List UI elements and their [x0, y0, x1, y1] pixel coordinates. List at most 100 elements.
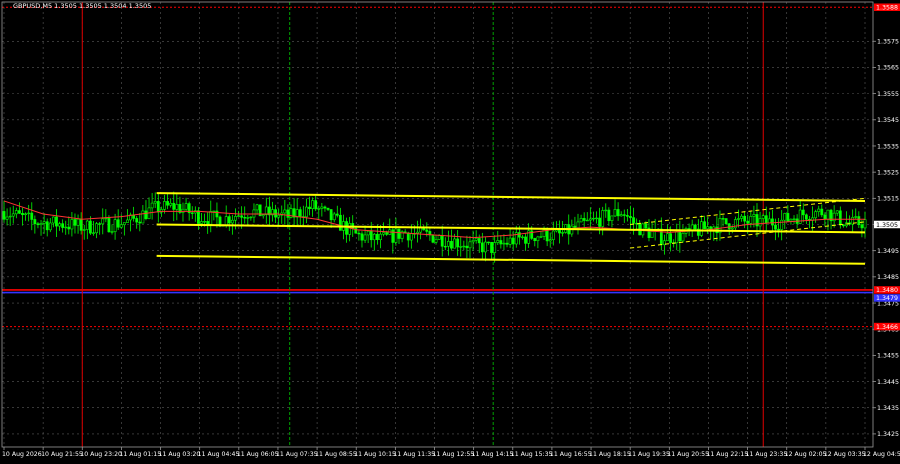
- candle-body: [480, 242, 484, 253]
- candle-body: [317, 208, 321, 210]
- candle-body: [73, 219, 77, 226]
- x-tick-label-18: 11 Aug 22:15: [706, 451, 748, 458]
- candle-body: [610, 215, 614, 221]
- candle-body: [153, 201, 157, 204]
- y-tick-label-6: 1.3515: [877, 196, 899, 203]
- candle-body: [141, 210, 145, 224]
- candle-body: [397, 228, 401, 239]
- candle-body: [783, 213, 787, 221]
- candle-body: [585, 219, 589, 222]
- candle-body: [116, 219, 120, 228]
- x-tick-label-20: 12 Aug 02:05: [785, 451, 827, 458]
- candle-body: [625, 215, 629, 217]
- candle-body: [323, 206, 327, 209]
- candle-body: [644, 223, 648, 229]
- candle-body: [113, 219, 117, 232]
- candle-body: [64, 226, 68, 229]
- candle-body: [443, 245, 447, 248]
- candle-body: [320, 206, 324, 209]
- candle-body: [771, 218, 774, 226]
- candle-body: [579, 218, 583, 223]
- x-tick-label-21: 12 Aug 03:35: [824, 451, 866, 458]
- candle-body: [406, 232, 410, 241]
- candle-body: [2, 211, 6, 220]
- candle-body: [85, 220, 89, 230]
- candle-body: [490, 241, 493, 253]
- candle-body: [92, 232, 95, 234]
- candle-body: [382, 232, 385, 235]
- candle-body: [240, 215, 244, 218]
- candle-body: [234, 216, 237, 221]
- y-tick-label-3: 1.3545: [877, 117, 899, 124]
- candle-body: [376, 233, 379, 240]
- candle-body: [536, 236, 540, 242]
- candle-body: [462, 245, 466, 248]
- candle-body: [440, 235, 444, 247]
- candle-body: [335, 213, 339, 216]
- y-tick-label-8: 1.3495: [877, 248, 899, 255]
- candle-body: [860, 224, 864, 229]
- candle-body: [197, 210, 200, 224]
- y-tick-label-9: 1.3485: [877, 274, 899, 281]
- candle-body: [854, 216, 858, 218]
- candle-body: [338, 214, 342, 231]
- candle-body: [372, 233, 376, 241]
- chart-window[interactable]: 1.3575 1.3565 1.3555 1.3545 1.3535 1.3525 1.35…: [0, 0, 900, 460]
- candle-body: [264, 206, 268, 215]
- candle-body: [27, 212, 31, 215]
- candle-body: [786, 213, 790, 222]
- candle-body: [166, 201, 169, 206]
- y-tick-label-0: 1.3575: [877, 39, 899, 46]
- candle-body: [21, 213, 24, 216]
- y-tick-label-13: 1.3445: [877, 379, 899, 386]
- candle-body: [724, 218, 728, 225]
- candle-body: [243, 217, 247, 219]
- x-tick-label-6: 11 Aug 06:05: [237, 451, 279, 458]
- candle-body: [601, 210, 605, 227]
- price-chart[interactable]: 1.3575 1.3565 1.3555 1.3545 1.3535 1.3525 1.35…: [0, 0, 900, 460]
- candle-body: [181, 208, 185, 213]
- x-tick-label-15: 11 Aug 18:15: [589, 451, 631, 458]
- candle-body: [465, 245, 469, 249]
- candle-body: [598, 217, 602, 227]
- candle-body: [175, 204, 179, 210]
- candle-body: [511, 237, 515, 245]
- candle-body: [33, 219, 37, 225]
- candle-body: [76, 218, 80, 226]
- candle-body: [416, 231, 419, 234]
- price-badge-label-1: 1.3505: [876, 222, 898, 229]
- candle-body: [255, 204, 259, 211]
- price-badge-label-2: 1.3480: [876, 287, 898, 294]
- symbol-label: GBPUSD,M5 1.3505 1.3505 1.3504 1.3505: [13, 2, 151, 10]
- price-badge-label-4: 1.3466: [876, 324, 898, 331]
- candle-body: [14, 210, 18, 215]
- candle-body: [363, 234, 367, 241]
- candle-body: [801, 209, 805, 216]
- candle-body: [357, 232, 361, 235]
- candle-body: [209, 211, 213, 225]
- candle-body: [82, 229, 86, 231]
- candle-body: [126, 219, 129, 223]
- candle-body: [604, 209, 608, 212]
- candle-body: [835, 210, 839, 214]
- candle-body: [792, 218, 796, 220]
- x-tick-label-16: 11 Aug 19:35: [628, 451, 670, 458]
- candle-body: [838, 210, 842, 226]
- candle-body: [804, 214, 808, 220]
- candle-body: [79, 218, 83, 231]
- candle-body: [409, 233, 413, 241]
- x-tick-label-3: 11 Aug 01:15: [119, 451, 161, 458]
- candle-body: [496, 240, 500, 243]
- candle-body: [437, 235, 441, 240]
- candle-body: [502, 242, 506, 245]
- y-tick-label-14: 1.3435: [877, 405, 899, 412]
- candle-body: [573, 225, 577, 228]
- candle-body: [144, 210, 148, 219]
- candle-body: [521, 236, 524, 239]
- x-tick-label-17: 11 Aug 20:55: [667, 451, 709, 458]
- candle-body: [524, 236, 527, 244]
- candle-body: [820, 208, 824, 216]
- candle-body: [749, 216, 753, 224]
- candle-body: [607, 209, 611, 221]
- candle-body: [169, 202, 173, 206]
